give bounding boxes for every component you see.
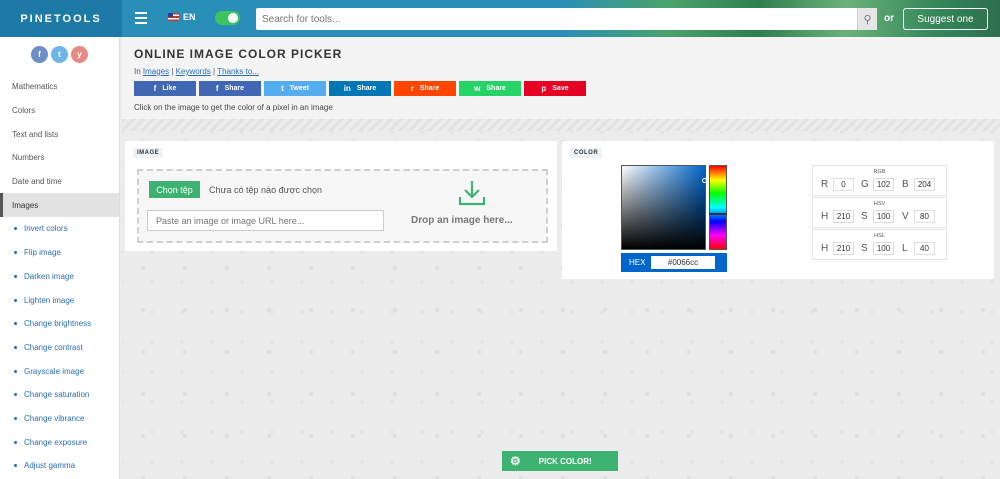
drop-image-text: Drop an image here... [411,215,513,226]
title-area: ONLINE IMAGE COLOR PICKER In Images | Ke… [122,37,1000,119]
facebook-icon[interactable]: f [31,46,48,63]
share-buttons: f Like f Share t Tweet in Share r Share w Shar… [134,81,586,96]
rgb-b-value[interactable]: 204 [914,178,935,191]
breadcrumb-link-thanks[interactable]: Thanks to... [217,67,259,76]
hex-field: HEX #0066cc [621,253,727,272]
hsv-h-value[interactable]: 210 [833,210,854,223]
facebook-icon: f [215,84,219,93]
page-title: ONLINE IMAGE COLOR PICKER [134,47,343,61]
no-file-chosen-text: Chưa có tệp nào được chọn [209,185,323,195]
search-input[interactable] [256,8,857,30]
choose-file-button[interactable]: Chọn tệp [149,181,200,198]
color-panel: COLOR HEX #0066cc RGB R0 G 102 B 204 HSV H… [562,141,994,279]
rgb-g-value[interactable]: 102 [873,178,894,191]
sidebar-subitem-invert-colors[interactable]: Invert colors [0,217,119,241]
sidebar: f t y Mathematics Colors Text and lists … [0,37,120,479]
search-icon[interactable]: ⚲ [857,8,877,30]
whatsapp-icon: w [474,84,481,93]
sidebar-subitem-lighten-image[interactable]: Lighten image [0,288,119,312]
language-label: EN [183,12,196,22]
sidebar-subitem-grayscale-image[interactable]: Grayscale image [0,359,119,383]
or-text: or [884,13,894,24]
reddit-share-button[interactable]: r Share [394,81,456,96]
social-links: f t y [0,37,119,75]
hamburger-menu-icon[interactable] [135,12,147,24]
sidebar-subitem-darken-image[interactable]: Darken image [0,265,119,289]
breadcrumb-link-images[interactable]: Images [143,67,169,76]
dark-mode-toggle[interactable] [215,11,240,25]
sidebar-subitem-adjust-gamma[interactable]: Adjust gamma [0,454,119,478]
hsl-l-value[interactable]: 40 [914,242,935,255]
sidebar-subitem-change-vibrance[interactable]: Change vibrance [0,407,119,431]
pinterest-save-button[interactable]: p Save [524,81,586,96]
image-url-input[interactable] [147,210,384,231]
pick-color-label: PICK COLOR! [538,456,592,466]
hex-value-input[interactable]: #0066cc [651,256,715,269]
picker-cursor[interactable] [702,178,707,183]
sidebar-subitem-change-contrast[interactable]: Change contrast [0,336,119,360]
hsv-values: HSV H 210 S 100 V 80 [812,197,947,228]
rgb-label: RGB [873,169,886,175]
us-flag-icon [168,13,179,21]
sidebar-item-mathematics[interactable]: Mathematics [0,75,119,99]
saturation-value-picker[interactable] [621,165,707,250]
pick-color-button[interactable]: ⚙ PICK COLOR! [502,451,618,471]
breadcrumb: In Images | Keywords | Thanks to... [134,67,259,76]
hex-label: HEX [629,258,646,267]
suggest-one-button[interactable]: Suggest one [903,8,988,30]
twitter-icon[interactable]: t [51,46,68,63]
sidebar-item-colors[interactable]: Colors [0,99,119,123]
logo[interactable]: PINETOOLS [0,0,122,37]
hsv-label: HSV [873,201,886,207]
twitter-tweet-button[interactable]: t Tweet [264,81,326,96]
hsv-s-value[interactable]: 100 [873,210,894,223]
breadcrumb-link-keywords[interactable]: Keywords [176,67,211,76]
sidebar-item-images[interactable]: Images [0,193,119,218]
hsl-s-value[interactable]: 100 [873,242,894,255]
hsv-v-value[interactable]: 80 [914,210,935,223]
sidebar-subitem-change-exposure[interactable]: Change exposure [0,430,119,454]
sidebar-subitem-change-brightness[interactable]: Change brightness [0,312,119,336]
main-content: ONLINE IMAGE COLOR PICKER In Images | Ke… [122,37,1000,479]
whatsapp-share-button[interactable]: w Share [459,81,521,96]
search-bar: ⚲ [256,8,877,30]
language-selector[interactable]: EN [168,12,196,22]
rgb-values: RGB R0 G 102 B 204 [812,165,947,196]
gear-icon: ⚙ [510,454,521,468]
sidebar-subitem-flip-image[interactable]: Flip image [0,241,119,265]
image-panel: IMAGE Chọn tệp Chưa có tệp nào được chọn… [125,141,557,251]
sidebar-item-text-and-lists[interactable]: Text and lists [0,122,119,146]
hsl-values: HSL H 210 S 100 L 40 [812,229,947,260]
instruction-text: Click on the image to get the color of a… [134,103,333,112]
facebook-like-button[interactable]: f Like [134,81,196,96]
facebook-icon: f [153,84,157,93]
reddit-icon: r [410,84,414,93]
image-panel-label: IMAGE [133,148,164,158]
youtube-icon[interactable]: y [71,46,88,63]
sidebar-item-date-and-time[interactable]: Date and time [0,170,119,194]
sidebar-item-numbers[interactable]: Numbers [0,146,119,170]
hsl-h-value[interactable]: 210 [833,242,854,255]
pinterest-icon: p [541,84,547,93]
top-header: PINETOOLS EN ⚲ or Suggest one [0,0,1000,37]
hue-slider[interactable] [709,165,727,250]
hue-slider-handle[interactable] [709,213,727,215]
color-panel-label: COLOR [570,148,603,158]
linkedin-icon: in [343,84,351,93]
divider-stripe [122,119,1000,131]
download-icon [458,181,486,206]
facebook-share-button[interactable]: f Share [199,81,261,96]
twitter-icon: t [281,84,284,93]
sidebar-subitem-change-saturation[interactable]: Change saturation [0,383,119,407]
hsl-label: HSL [874,233,885,239]
image-dropzone[interactable]: Chọn tệp Chưa có tệp nào được chọn Drop … [137,169,548,243]
rgb-r-value[interactable]: 0 [833,178,854,191]
linkedin-share-button[interactable]: in Share [329,81,391,96]
